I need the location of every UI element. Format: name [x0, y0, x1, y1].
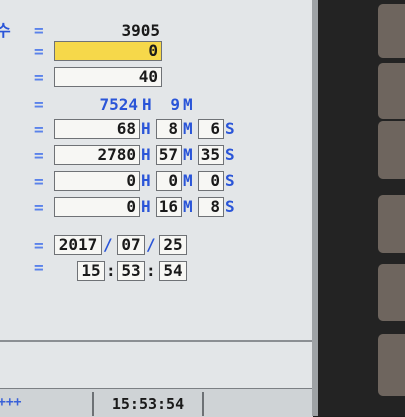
- timer-3-seconds[interactable]: 0: [198, 171, 224, 191]
- time-minute[interactable]: 53: [117, 261, 145, 281]
- timer-2-seconds[interactable]: 35: [198, 145, 224, 165]
- timer-3-hours[interactable]: 0: [54, 171, 140, 191]
- timer-4-seconds[interactable]: 8: [198, 197, 224, 217]
- status-marker: +++: [0, 395, 22, 410]
- minutes-unit-label: M: [183, 171, 193, 190]
- hours-unit-label: H: [141, 119, 151, 138]
- hours-unit-label: H: [141, 171, 151, 190]
- divider: [0, 340, 313, 342]
- soft-key-5[interactable]: [378, 264, 405, 321]
- date-separator: /: [103, 235, 113, 254]
- timer-1-seconds[interactable]: 6: [198, 119, 224, 139]
- minutes-unit-label: M: [183, 95, 193, 114]
- timer-3-minutes[interactable]: 0: [156, 171, 182, 191]
- hours-unit-label: H: [141, 145, 151, 164]
- time-second[interactable]: 54: [159, 261, 187, 281]
- value-field-2[interactable]: 40: [54, 67, 162, 87]
- equals-sign: =: [34, 95, 44, 114]
- soft-key-6[interactable]: [378, 334, 405, 396]
- seconds-unit-label: S: [225, 145, 235, 164]
- equals-sign: =: [34, 21, 44, 40]
- timer-4-minutes[interactable]: 16: [156, 197, 182, 217]
- hours-unit-label: H: [141, 197, 151, 216]
- seconds-unit-label: S: [225, 171, 235, 190]
- status-clock: 15:53:54: [92, 392, 204, 416]
- soft-key-2[interactable]: [378, 63, 405, 119]
- time-hour[interactable]: 15: [77, 261, 105, 281]
- seconds-unit-label: S: [225, 197, 235, 216]
- highlighted-value-field[interactable]: 0: [54, 41, 162, 61]
- equals-sign: =: [34, 258, 44, 277]
- minutes-unit-label: M: [183, 119, 193, 138]
- timer-2-hours[interactable]: 2780: [54, 145, 140, 165]
- time-separator: :: [146, 261, 156, 280]
- total-minutes-value: 9: [170, 95, 180, 114]
- equals-sign: =: [34, 146, 44, 165]
- minutes-unit-label: M: [183, 197, 193, 216]
- top-value: 3905: [121, 21, 160, 40]
- date-year[interactable]: 2017: [54, 235, 102, 255]
- time-separator: :: [106, 261, 116, 280]
- hours-unit-label: H: [142, 95, 152, 114]
- partial-label: 수: [0, 21, 11, 40]
- equals-sign: =: [34, 172, 44, 191]
- timer-2-minutes[interactable]: 57: [156, 145, 182, 165]
- seconds-unit-label: S: [225, 119, 235, 138]
- soft-key-4[interactable]: [378, 195, 405, 253]
- equals-sign: =: [34, 68, 44, 87]
- timer-1-hours[interactable]: 68: [54, 119, 140, 139]
- minutes-unit-label: M: [183, 145, 193, 164]
- equals-sign: =: [34, 42, 44, 61]
- date-month[interactable]: 07: [117, 235, 145, 255]
- date-day[interactable]: 25: [159, 235, 187, 255]
- soft-key-1[interactable]: [378, 4, 405, 58]
- equals-sign: =: [34, 198, 44, 217]
- timer-4-hours[interactable]: 0: [54, 197, 140, 217]
- soft-key-3[interactable]: [378, 121, 405, 179]
- equals-sign: =: [34, 236, 44, 255]
- timer-1-minutes[interactable]: 8: [156, 119, 182, 139]
- cnc-screen: 수 = 3905 = 0 = 40 = 7524 H 9 M = 68 H 8 …: [0, 0, 313, 417]
- equals-sign: =: [34, 120, 44, 139]
- date-separator: /: [146, 235, 156, 254]
- total-hours-value: 7524: [99, 95, 138, 114]
